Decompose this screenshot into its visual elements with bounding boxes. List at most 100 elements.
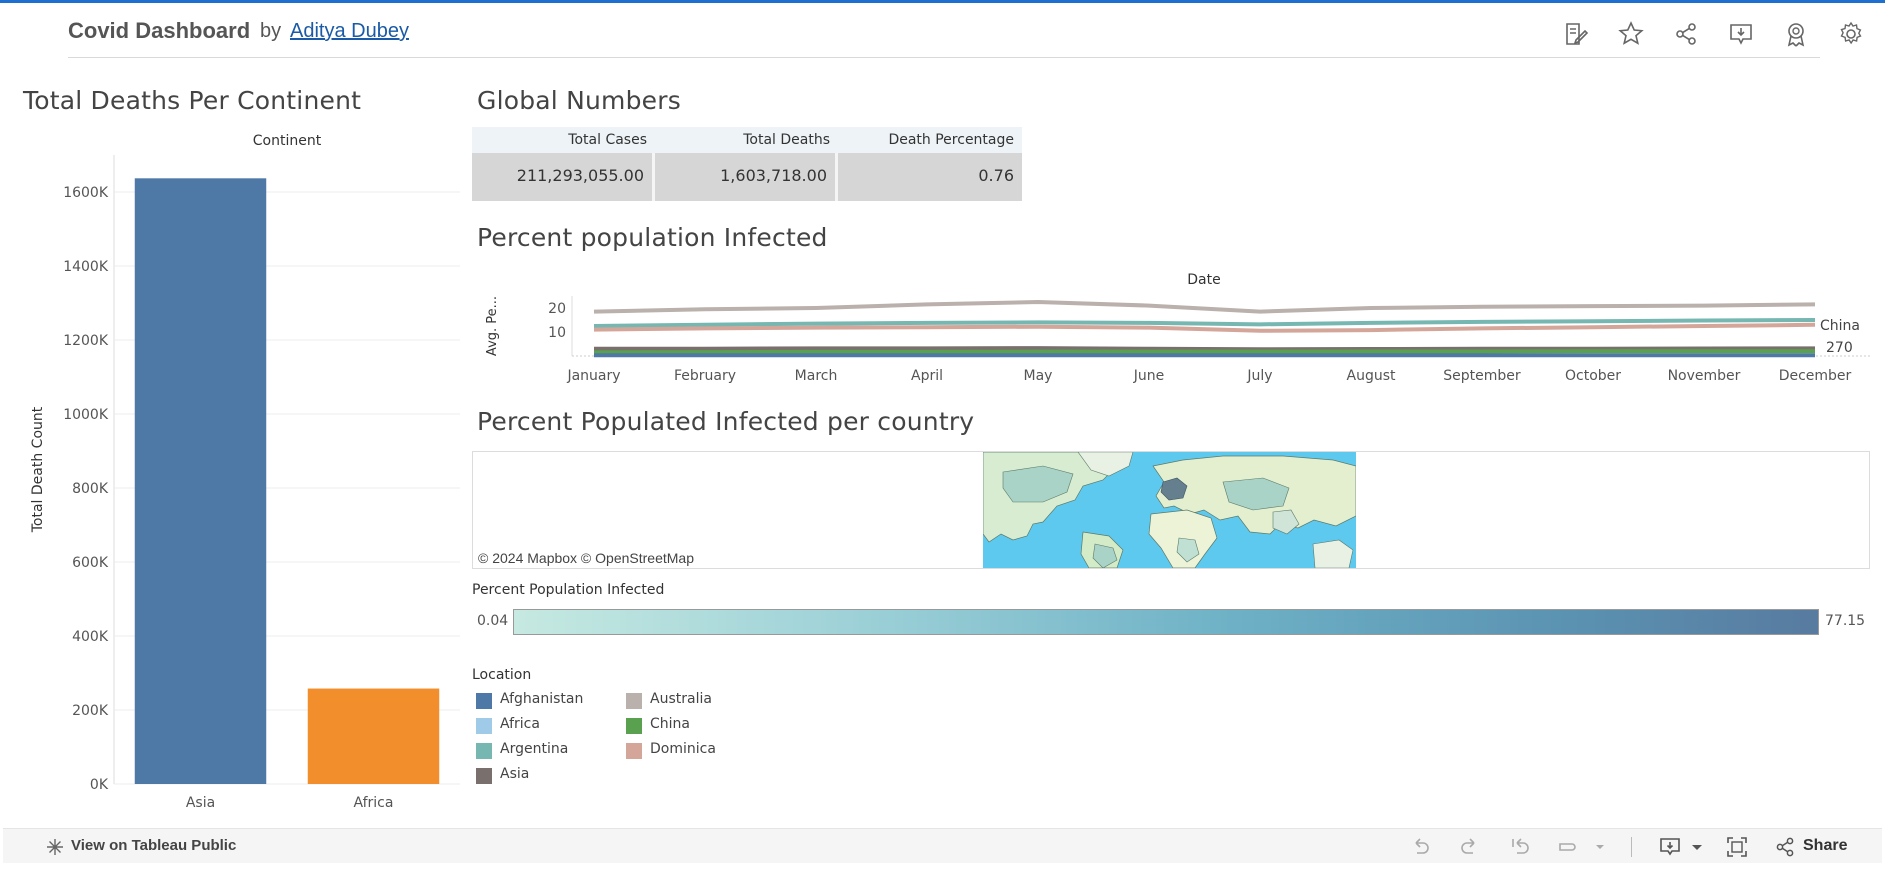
y-tick-label: 200K [72,703,109,719]
share-icon[interactable] [1672,20,1700,48]
gradient-max-label: 77.15 [1825,613,1866,629]
y-axis-label: Avg. Pe... [485,296,500,356]
legend-label: Afghanistan [500,691,584,707]
series-line-asia [594,346,1816,352]
undo-icon[interactable] [1408,835,1432,859]
author-link[interactable]: Aditya Dubey [290,20,409,43]
series-end-label: 270 [1826,340,1853,356]
x-tick-label: May [1024,368,1053,384]
legend-label: Argentina [500,741,569,757]
x-tick-label: December [1779,368,1852,384]
column-header-total-deaths: Total Deaths [743,132,830,148]
y-tick-label: 400K [72,629,109,645]
x-tick-label: November [1668,368,1741,384]
dashboard-header: Covid Dashboard by Aditya Dubey [68,14,1862,58]
x-tick-label: October [1565,368,1621,384]
bar-chart-header: Continent [253,133,322,149]
fullscreen-icon[interactable] [1725,835,1749,859]
star-icon[interactable] [1617,20,1645,48]
map-attribution[interactable]: © 2024 Mapbox © OpenStreetMap [478,550,694,566]
swatch-asia [476,768,492,784]
global-numbers-title: Global Numbers [477,86,681,115]
swatch-argentina [476,743,492,759]
world-map[interactable]: © 2024 Mapbox © OpenStreetMap [472,451,1870,569]
refresh-icon[interactable] [1555,835,1579,859]
y-tick-label: 800K [72,481,109,497]
location-legend: Afghanistan Africa Argentina Asia Austra… [476,690,776,790]
y-tick-label: 20 [548,301,566,317]
dashboard-title: Covid Dashboard [68,18,251,43]
tableau-footer-toolbar: View on Tableau Public Share [3,828,1882,863]
x-tick-label: August [1347,368,1397,384]
revert-icon[interactable] [1508,835,1532,859]
swatch-australia [626,693,642,709]
x-tick-label: April [911,368,943,384]
series-end-label: China [1820,318,1860,334]
cell-death-percentage[interactable]: 0.76 [838,153,1022,201]
legend-label: Asia [500,766,530,782]
y-tick-label: 1600K [63,185,109,201]
y-tick-label: 1200K [63,333,109,349]
cell-total-cases[interactable]: 211,293,055.00 [472,153,655,201]
swatch-dominica [626,743,642,759]
column-header-death-percentage: Death Percentage [888,132,1014,148]
y-tick-label: 1400K [63,259,109,275]
download-menu-chevron-icon[interactable] [1685,835,1709,859]
color-gradient-legend: 0.04 77.15 [472,609,1872,635]
toolbar-divider [1631,837,1632,857]
gradient-bar [513,609,1819,635]
cell-total-deaths[interactable]: 1,603,718.00 [655,153,838,201]
x-tick-label: September [1443,368,1521,384]
table-header-row: Total Cases Total Deaths Death Percentag… [472,127,1022,153]
x-tick-label: January [566,368,620,384]
y-tick-label: 1000K [63,407,109,423]
location-legend-title: Location [472,667,532,683]
edit-icon[interactable] [1562,20,1590,48]
y-tick-label: 10 [548,325,566,341]
x-tick-label: Africa [354,795,394,811]
continent-deaths-bar-chart: Continent 0K 200K 400K 600K 800K 1000K 1200K 140… [30,133,460,811]
legend-label: Africa [500,716,540,732]
view-on-tableau-link[interactable]: View on Tableau Public [71,837,236,854]
table-row: 211,293,055.00 1,603,718.00 0.76 [472,153,1022,201]
percent-infected-line-chart: Date 10 20 Avg. Pe... January February March Ap… [485,272,1872,384]
bar-chart-title: Total Deaths Per Continent [23,86,362,115]
top-accent-line [0,0,1885,3]
x-tick-label: February [674,368,736,384]
bar-asia [134,178,267,784]
tableau-logo-icon [45,837,65,857]
line-chart-header: Date [1187,272,1220,288]
map-title: Percent Populated Infected per country [477,407,975,436]
column-header-total-cases: Total Cases [568,132,647,148]
y-tick-label: 0K [90,777,109,793]
y-tick-label: 600K [72,555,109,571]
by-label: by [260,20,282,42]
x-tick-label: July [1246,368,1272,384]
chevron-down-icon[interactable] [1588,835,1612,859]
series-line-china [593,349,1815,355]
gradient-min-label: 0.04 [477,613,509,629]
map-image[interactable] [983,452,1356,568]
x-tick-label: June [1133,368,1165,384]
line-chart-title: Percent population Infected [477,223,828,252]
download-icon[interactable] [1658,835,1682,859]
share-button[interactable]: Share [1803,837,1847,855]
swatch-afghanistan [476,693,492,709]
legend-label: Dominica [650,741,716,757]
color-legend-title: Percent Population Infected [472,582,665,598]
series-line-australia [593,300,1816,314]
swatch-africa [476,718,492,734]
redo-icon[interactable] [1458,835,1482,859]
swatch-china [626,718,642,734]
share-icon[interactable] [1773,835,1797,859]
x-tick-label: March [795,368,838,384]
comment-icon[interactable] [1727,20,1755,48]
y-axis-label: Total Death Count [30,406,46,533]
x-tick-label: Asia [186,795,215,811]
bar-africa [307,688,440,784]
gear-icon[interactable] [1837,20,1865,48]
global-numbers-table: Total Cases Total Deaths Death Percentag… [472,127,1022,201]
header-toolbar [1562,16,1872,50]
award-icon[interactable] [1782,20,1810,48]
legend-label: Australia [650,691,712,707]
